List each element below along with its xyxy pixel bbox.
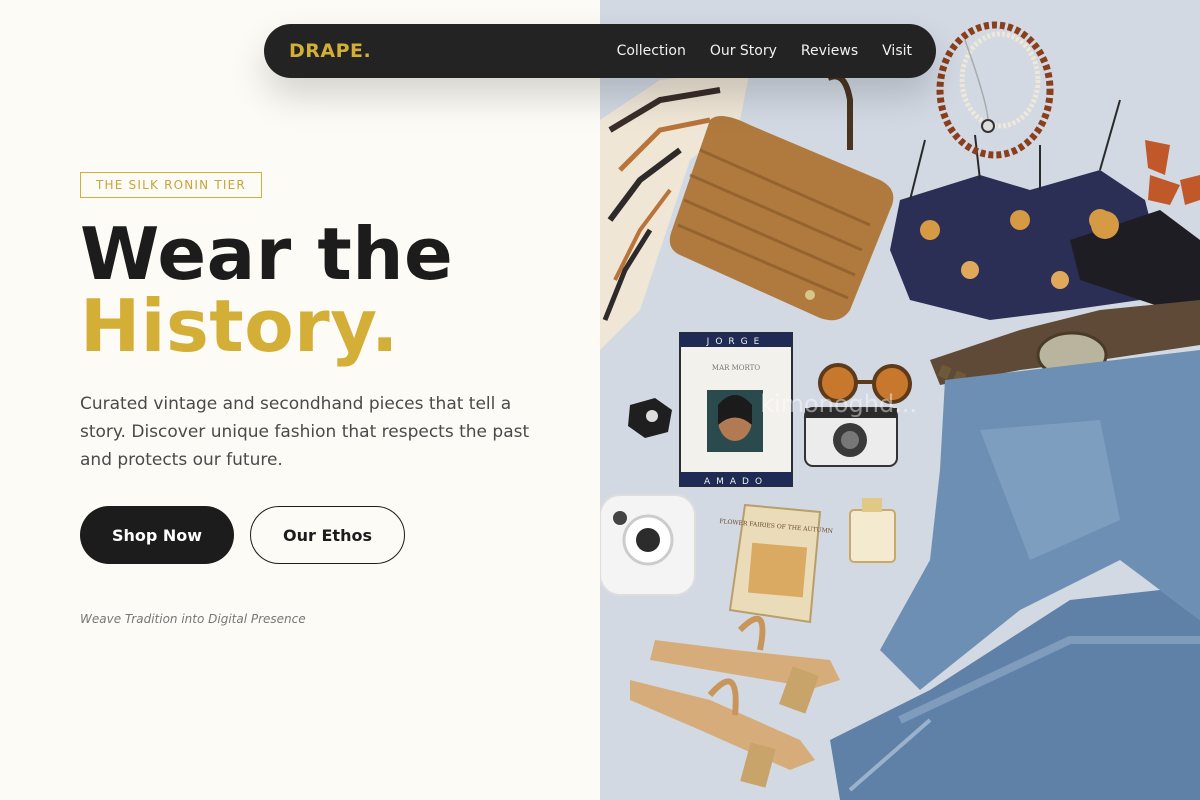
hero-description: Curated vintage and secondhand pieces th… [80, 394, 530, 470]
brand-logo[interactable]: DRAPE. [289, 40, 371, 62]
book-top-text: JORGE [706, 337, 766, 347]
nav-link-our-story[interactable]: Our Story [710, 43, 777, 59]
photo-watermark: kimonoghd... [760, 390, 917, 418]
hero-title: Wear the History. [80, 218, 453, 362]
hero-tagline: Weave Tradition into Digital Presence [80, 612, 306, 626]
nav-link-reviews[interactable]: Reviews [801, 43, 858, 59]
our-ethos-button[interactable]: Our Ethos [250, 506, 405, 564]
book-bottom-text: AMADO [704, 477, 768, 487]
book-mid-text: MAR MORTO [712, 364, 760, 372]
nav-link-visit[interactable]: Visit [882, 43, 912, 59]
tier-badge: THE SILK RONIN TIER [80, 172, 262, 198]
instant-camera-shape [600, 494, 696, 596]
hero-image: JORGE AMADO MAR MORTO FLOWER FAIRIES OF … [600, 0, 1200, 800]
shop-now-button[interactable]: Shop Now [80, 506, 234, 564]
nav-link-collection[interactable]: Collection [617, 43, 686, 59]
hero-left: THE SILK RONIN TIER Wear the History. Cu… [0, 0, 600, 800]
hero-title-line1: Wear the [80, 212, 454, 296]
top-nav: DRAPE. Collection Our Story Reviews Visi… [264, 24, 936, 78]
nav-links: Collection Our Story Reviews Visit [617, 43, 912, 59]
hero-title-line2: History. [80, 284, 399, 368]
